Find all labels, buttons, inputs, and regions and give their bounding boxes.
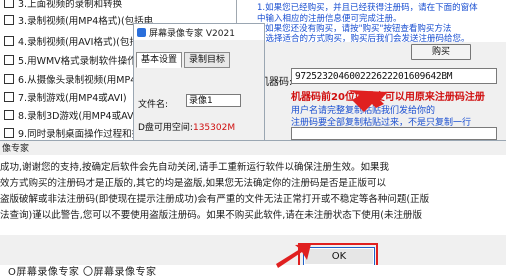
tab-record-target[interactable]: 录制目标 <box>184 52 231 68</box>
disk-space-value: 135302M <box>192 123 236 133</box>
registration-instructions: 1.如果您已经购买，并且已经获得注册码，请在下面的窗体 中输入相应的注册信息便可… <box>237 0 506 44</box>
success-dialog: 像专家 成功,谢谢您的支持,按确定后软件会先自动关闭,请手工重新运行软件以确保注… <box>0 140 506 268</box>
checkbox-icon[interactable] <box>4 110 14 120</box>
feature-label: 9.同时录制桌面操作过程和摄像 <box>18 129 151 140</box>
feature-item[interactable]: 7.录制游戏(用MP4或AVI) <box>4 90 127 104</box>
checkbox-icon[interactable] <box>4 128 14 138</box>
message-line: 盗版破解或非法注册码(即使现在提示注册成功)会有严重的文件无法正常打开或不稳定等… <box>0 194 430 205</box>
app-icon <box>137 27 146 37</box>
feature-label: 3.上面视频的录制和转换 <box>18 0 123 10</box>
feature-item[interactable]: 8.录制3D游戏(用MP4或AVI) <box>4 108 140 122</box>
checkbox-icon[interactable] <box>4 74 14 84</box>
tab-basic-settings[interactable]: 基本设置 <box>136 52 183 68</box>
username-field[interactable] <box>291 127 497 140</box>
ok-button[interactable]: OK <box>303 247 375 266</box>
buy-button[interactable]: 购买 <box>411 44 471 60</box>
checkbox-icon[interactable] <box>4 15 14 25</box>
recorder-tabs: 基本设置 录制目标 <box>136 52 232 68</box>
checkbox-icon[interactable] <box>4 36 14 46</box>
message-line: 成功,谢谢您的支持,按确定后软件会先自动关闭,请手工重新运行软件以确保注册生效。… <box>0 162 390 173</box>
machine-code-warning: 机器码前20位如没变可以用原来注册码注册 <box>291 92 485 103</box>
dialog-message: 成功,谢谢您的支持,按确定后软件会先自动关闭,请手工重新运行软件以确保注册生效。… <box>0 155 506 235</box>
instruction-line: ，选择适合的方式购买，购买后我们会发送注册码给您。 <box>257 34 470 44</box>
machine-code-field[interactable]: 97252320460022262220160964​2BM <box>291 68 497 84</box>
feature-item[interactable]: 9.同时录制桌面操作过程和摄像 <box>4 126 151 140</box>
registration-panel: 1.如果您已经购买，并且已经获得注册码，请在下面的窗体 中输入相应的注册信息便可… <box>236 0 506 140</box>
checkbox-icon[interactable] <box>4 0 14 8</box>
filename-label: 文件名: <box>138 100 169 110</box>
disk-space-label: D盘可用空间: <box>138 123 193 133</box>
filename-input[interactable]: 录像1 <box>186 94 241 107</box>
message-line: 法查询)谨以此警告,您可以不要使用盗版注册码。如果不购买此软件,请在未注册状态下… <box>0 210 422 221</box>
recorder-window: 屏幕录像专家 V2021 基本设置 录制目标 文件名: 录像1 D盘可用空间:1… <box>133 23 265 142</box>
bottom-strip: O屏幕录像专家 〇屏幕录像专家 <box>0 265 506 278</box>
checkbox-icon[interactable] <box>4 92 14 102</box>
bottom-partial-text: O屏幕录像专家 〇屏幕录像专家 <box>8 267 157 278</box>
checkbox-icon[interactable] <box>4 55 14 65</box>
dialog-title: 像专家 <box>2 144 30 154</box>
feature-item[interactable]: 3.录制视频(用MP4格式)(包括电 <box>4 13 153 27</box>
disk-space-readout: D盘可用空间:135302M <box>138 120 235 133</box>
feature-item[interactable]: 3.上面视频的录制和转换 <box>4 0 122 10</box>
recorder-titlebar[interactable]: 屏幕录像专家 V2021 <box>134 24 264 40</box>
message-line: 效方式购买的注册码才是正版的,其它的均是盗版,如果您无法确定你的注册码是否是正版… <box>0 178 387 189</box>
feature-item[interactable]: 4.录制视频(用AVI格式)(包括电 <box>4 34 148 48</box>
feature-label: 4.录制视频(用AVI格式)(包括电 <box>18 37 149 48</box>
recorder-title: 屏幕录像专家 V2021 <box>149 28 235 39</box>
feature-label: 7.录制游戏(用MP4或AVI) <box>18 93 127 104</box>
feature-label: 8.录制3D游戏(用MP4或AVI) <box>18 111 140 122</box>
